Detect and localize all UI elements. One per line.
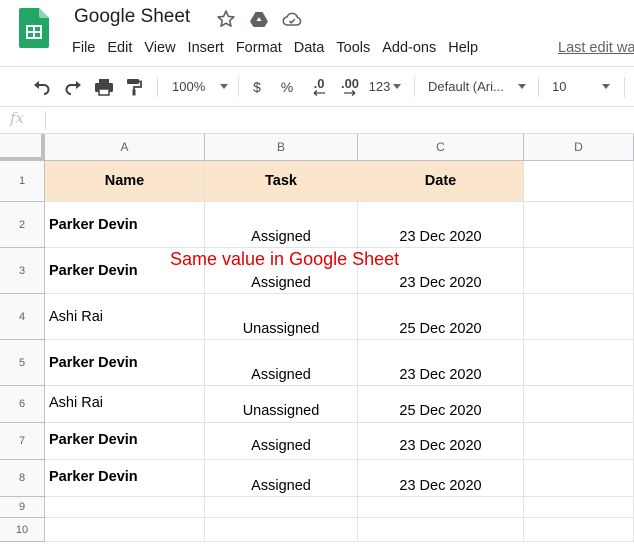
cell-d6[interactable] xyxy=(524,386,634,423)
cloud-saved-icon[interactable] xyxy=(282,9,302,29)
arrow-left-icon xyxy=(313,89,325,96)
cell-b9[interactable] xyxy=(205,497,358,518)
currency-format-button[interactable]: $ xyxy=(246,67,268,106)
cell-a8[interactable]: Parker Devin xyxy=(45,460,205,497)
increase-decimal-button[interactable]: .00 xyxy=(335,67,365,106)
decrease-decimal-button[interactable]: .0 xyxy=(304,67,334,106)
row-header-3[interactable]: 3 xyxy=(0,248,45,294)
formula-bar[interactable]: fx xyxy=(0,107,634,134)
zoom-select[interactable]: 100% xyxy=(168,67,232,106)
row-header-6[interactable]: 6 xyxy=(0,386,45,423)
row-header-1[interactable]: 1 xyxy=(0,161,45,202)
move-to-drive-icon[interactable] xyxy=(249,9,269,29)
chevron-down-icon xyxy=(220,84,228,89)
chevron-down-icon xyxy=(518,84,526,89)
menu-format[interactable]: Format xyxy=(230,38,288,60)
cell-b10[interactable] xyxy=(205,518,358,542)
row-header-9[interactable]: 9 xyxy=(0,497,45,518)
menu-file[interactable]: File xyxy=(66,38,101,60)
toolbar: 100% $ % .0 .00 123 Default (Ari... 10 xyxy=(0,66,634,107)
cell-c1[interactable]: Date xyxy=(358,161,524,202)
menu-add-ons[interactable]: Add-ons xyxy=(376,38,442,60)
menu-insert[interactable]: Insert xyxy=(182,38,230,60)
redo-icon xyxy=(65,80,81,95)
row-header-7[interactable]: 7 xyxy=(0,423,45,460)
cell-a7[interactable]: Parker Devin xyxy=(45,423,205,460)
cell-d3[interactable] xyxy=(524,248,634,294)
cell-c2[interactable]: 23 Dec 2020 xyxy=(358,202,524,248)
annotation-text: Same value in Google Sheet xyxy=(170,249,400,269)
print-icon xyxy=(95,78,113,96)
undo-button[interactable] xyxy=(28,67,56,106)
font-family-select[interactable]: Default (Ari... xyxy=(424,67,530,106)
cell-b1[interactable]: Task xyxy=(205,161,358,202)
spreadsheet-grid: A B C D 1 2 3 4 5 6 7 8 9 10 Name Task D… xyxy=(0,134,634,546)
chevron-down-icon xyxy=(393,84,402,89)
cell-c9[interactable] xyxy=(358,497,524,518)
cell-a9[interactable] xyxy=(45,497,205,518)
cell-b8[interactable]: Assigned xyxy=(205,460,358,497)
menu-help[interactable]: Help xyxy=(442,38,484,60)
column-header-d[interactable]: D xyxy=(524,134,634,161)
zoom-value: 100% xyxy=(172,79,206,94)
star-icon[interactable] xyxy=(216,9,236,29)
cell-d7[interactable] xyxy=(524,423,634,460)
cell-b7[interactable]: Assigned xyxy=(205,423,358,460)
row-header-8[interactable]: 8 xyxy=(0,460,45,497)
cell-d8[interactable] xyxy=(524,460,634,497)
menu-tools[interactable]: Tools xyxy=(330,38,376,60)
arrow-right-icon xyxy=(344,89,356,96)
cell-a2[interactable]: Parker Devin xyxy=(45,202,205,248)
menu-bar: File Edit View Insert Format Data Tools … xyxy=(66,38,484,60)
font-size-select[interactable]: 10 xyxy=(548,67,614,106)
cell-b5[interactable]: Assigned xyxy=(205,340,358,386)
fx-icon: fx xyxy=(10,109,25,127)
sheets-logo-icon[interactable] xyxy=(19,8,49,48)
row-header-5[interactable]: 5 xyxy=(0,340,45,386)
cell-a10[interactable] xyxy=(45,518,205,542)
cell-d4[interactable] xyxy=(524,294,634,340)
undo-icon xyxy=(34,80,50,95)
cell-d5[interactable] xyxy=(524,340,634,386)
cell-a5[interactable]: Parker Devin xyxy=(45,340,205,386)
print-button[interactable] xyxy=(90,67,118,106)
percent-format-button[interactable]: % xyxy=(276,67,298,106)
row-header-4[interactable]: 4 xyxy=(0,294,45,340)
cell-b6[interactable]: Unassigned xyxy=(205,386,358,423)
redo-button[interactable] xyxy=(59,67,87,106)
cell-d1[interactable] xyxy=(524,161,634,202)
column-header-a[interactable]: A xyxy=(45,134,205,161)
cell-a1[interactable]: Name xyxy=(45,161,205,202)
cell-d9[interactable] xyxy=(524,497,634,518)
menu-view[interactable]: View xyxy=(138,38,181,60)
row-header-10[interactable]: 10 xyxy=(0,518,45,542)
cell-c6[interactable]: 25 Dec 2020 xyxy=(358,386,524,423)
cell-a6[interactable]: Ashi Rai xyxy=(45,386,205,423)
last-edit-link[interactable]: Last edit wa xyxy=(558,38,634,58)
paint-format-button[interactable] xyxy=(120,67,148,106)
select-all-corner[interactable] xyxy=(0,134,45,161)
font-size-value: 10 xyxy=(552,79,567,94)
column-header-b[interactable]: B xyxy=(205,134,358,161)
chevron-down-icon xyxy=(602,84,610,89)
cell-c7[interactable]: 23 Dec 2020 xyxy=(358,423,524,460)
cell-b2[interactable]: Assigned xyxy=(205,202,358,248)
cell-d10[interactable] xyxy=(524,518,634,542)
paint-format-icon xyxy=(127,78,142,95)
more-formats-button[interactable]: 123 xyxy=(366,67,404,106)
cell-c4[interactable]: 25 Dec 2020 xyxy=(358,294,524,340)
cell-c5[interactable]: 23 Dec 2020 xyxy=(358,340,524,386)
row-header-2[interactable]: 2 xyxy=(0,202,45,248)
cell-c10[interactable] xyxy=(358,518,524,542)
menu-edit[interactable]: Edit xyxy=(101,38,138,60)
cell-b4[interactable]: Unassigned xyxy=(205,294,358,340)
app-header: Google Sheet File Edit View Insert Forma… xyxy=(0,0,634,66)
cell-a4[interactable]: Ashi Rai xyxy=(45,294,205,340)
cell-c8[interactable]: 23 Dec 2020 xyxy=(358,460,524,497)
menu-data[interactable]: Data xyxy=(288,38,331,60)
column-header-c[interactable]: C xyxy=(358,134,524,161)
font-family-value: Default (Ari... xyxy=(428,79,504,94)
cell-d2[interactable] xyxy=(524,202,634,248)
document-title[interactable]: Google Sheet xyxy=(74,6,190,28)
